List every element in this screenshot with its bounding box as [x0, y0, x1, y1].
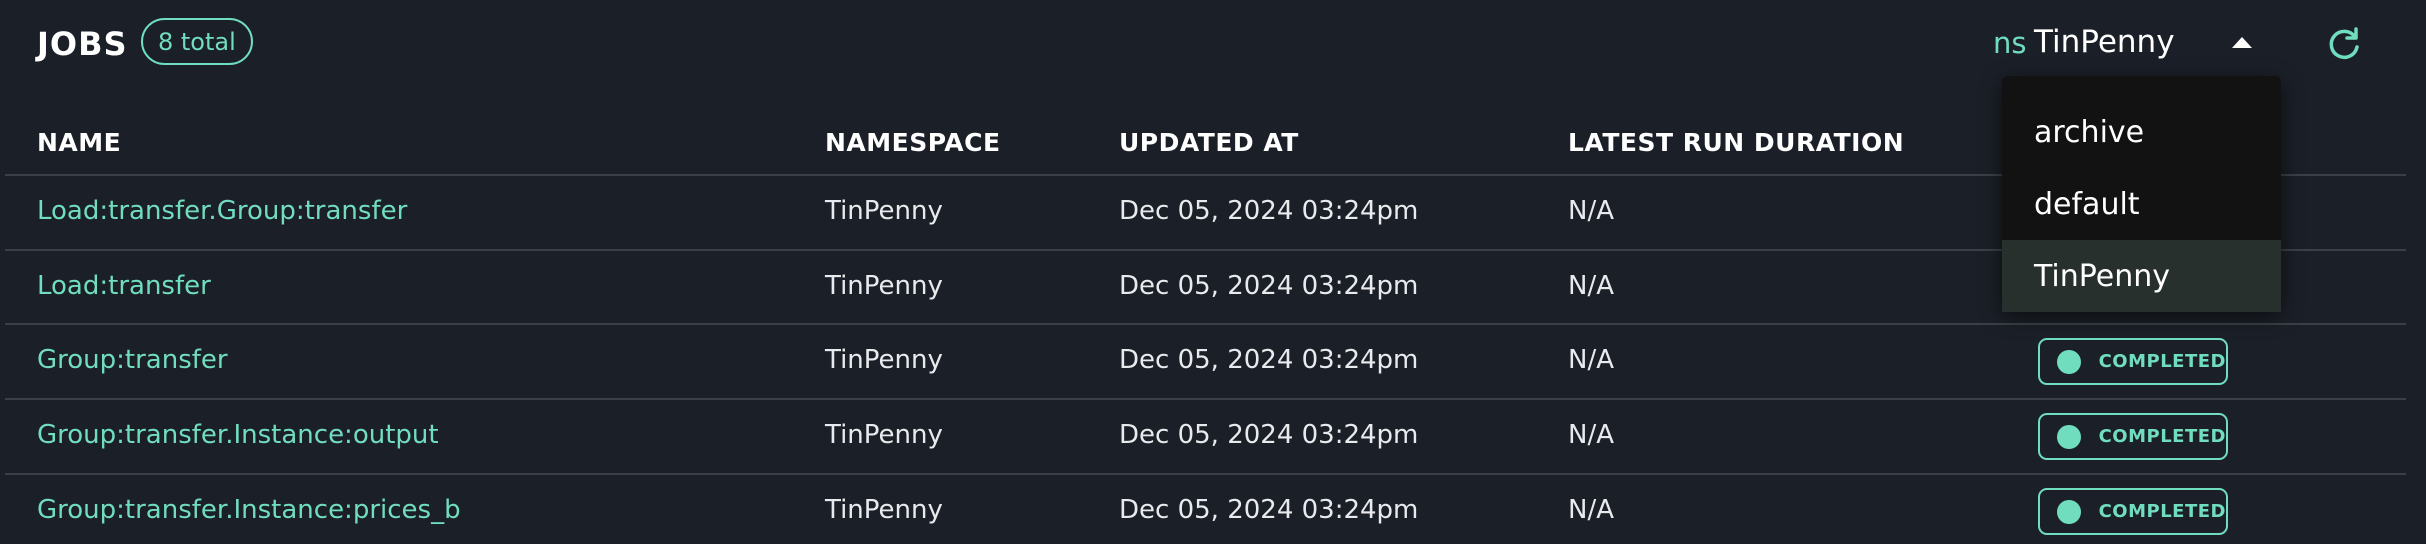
namespace-option-default[interactable]: default: [2002, 168, 2281, 240]
job-updated-at: Dec 05, 2024 03:24pm: [1119, 495, 1419, 525]
table-row[interactable]: Group:transfer.Instance:prices_b TinPenn…: [0, 475, 2426, 544]
job-namespace: TinPenny: [825, 271, 943, 301]
job-duration: N/A: [1568, 196, 1614, 226]
job-duration: N/A: [1568, 271, 1614, 301]
job-duration: N/A: [1568, 420, 1614, 450]
caret-up-icon[interactable]: [2232, 37, 2252, 48]
job-updated-at: Dec 05, 2024 03:24pm: [1119, 420, 1419, 450]
job-name-link[interactable]: Group:transfer: [37, 345, 228, 375]
job-name-link[interactable]: Load:transfer: [37, 271, 211, 301]
column-header-updated-at[interactable]: UPDATED AT: [1119, 128, 1299, 157]
column-header-namespace[interactable]: NAMESPACE: [825, 128, 1001, 157]
status-label: COMPLETED: [2098, 351, 2226, 372]
status-label: COMPLETED: [2098, 426, 2226, 447]
status-label: COMPLETED: [2098, 501, 2226, 522]
job-updated-at: Dec 05, 2024 03:24pm: [1119, 196, 1419, 226]
job-count-badge: 8 total: [141, 18, 253, 65]
namespace-prefix-label: ns: [1993, 26, 2027, 60]
namespace-select[interactable]: TinPenny: [2034, 24, 2175, 60]
status-dot-icon: [2057, 349, 2081, 374]
page-title: JOBS: [37, 25, 128, 63]
status-badge: COMPLETED: [2038, 488, 2228, 535]
column-header-name[interactable]: NAME: [37, 128, 121, 157]
job-namespace: TinPenny: [825, 420, 943, 450]
table-row[interactable]: Group:transfer.Instance:output TinPenny …: [0, 400, 2426, 474]
job-name-link[interactable]: Load:transfer.Group:transfer: [37, 196, 407, 226]
status-dot-icon: [2057, 424, 2081, 449]
column-header-latest-run-duration[interactable]: LATEST RUN DURATION: [1568, 128, 1904, 157]
status-badge: COMPLETED: [2038, 413, 2228, 460]
namespace-option-tinpenny[interactable]: TinPenny: [2002, 240, 2281, 312]
job-namespace: TinPenny: [825, 196, 943, 226]
job-name-link[interactable]: Group:transfer.Instance:output: [37, 420, 439, 450]
job-name-link[interactable]: Group:transfer.Instance:prices_b: [37, 495, 461, 525]
table-row[interactable]: Group:transfer TinPenny Dec 05, 2024 03:…: [0, 325, 2426, 399]
namespace-dropdown-menu: archive default TinPenny: [2002, 76, 2281, 312]
job-updated-at: Dec 05, 2024 03:24pm: [1119, 271, 1419, 301]
refresh-icon[interactable]: [2325, 25, 2363, 63]
job-duration: N/A: [1568, 495, 1614, 525]
status-dot-icon: [2057, 499, 2081, 524]
job-namespace: TinPenny: [825, 495, 943, 525]
jobs-page: JOBS 8 total ns TinPenny NAME NAMESPACE …: [0, 0, 2426, 544]
job-updated-at: Dec 05, 2024 03:24pm: [1119, 345, 1419, 375]
job-duration: N/A: [1568, 345, 1614, 375]
job-namespace: TinPenny: [825, 345, 943, 375]
namespace-option-archive[interactable]: archive: [2002, 96, 2281, 168]
status-badge: COMPLETED: [2038, 338, 2228, 385]
